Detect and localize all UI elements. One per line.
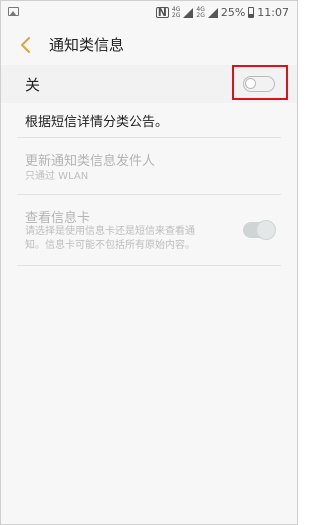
divider bbox=[17, 265, 281, 266]
battery-icon bbox=[248, 7, 255, 18]
chevron-left-icon bbox=[21, 37, 30, 53]
network-type-bottom: 2G bbox=[171, 11, 181, 19]
status-bar: N 4G 2G 4G 2G 25% 11:07 bbox=[1, 1, 297, 25]
master-toggle-switch[interactable] bbox=[243, 76, 275, 92]
view-info-card-subtitle-line1: 请选择是使用信息卡还是短信来查看通 bbox=[25, 226, 195, 237]
view-info-card-subtitle-line2: 知。信息卡可能不包括所有原始内容。 bbox=[25, 240, 195, 251]
clock: 11:07 bbox=[257, 6, 289, 19]
toggle-knob bbox=[245, 78, 256, 89]
view-info-card-title: 查看信息卡 bbox=[25, 211, 91, 226]
signal-icon bbox=[183, 7, 194, 18]
page-title: 通知类信息 bbox=[49, 36, 125, 54]
back-button[interactable] bbox=[17, 35, 35, 55]
app-header: 通知类信息 bbox=[1, 25, 297, 65]
network-type-1: 4G 2G bbox=[171, 6, 181, 19]
master-switch-label: 关 bbox=[25, 76, 41, 94]
toggle-knob bbox=[257, 221, 275, 239]
signal-icon-2 bbox=[207, 7, 218, 18]
network-type-2: 4G 2G bbox=[196, 6, 205, 19]
status-icons: N 4G 2G 4G 2G 25% 11:07 bbox=[155, 6, 289, 19]
battery-percent: 25% bbox=[220, 6, 246, 19]
update-sender-subtitle: 只通过 WLAN bbox=[25, 171, 89, 182]
divider bbox=[17, 137, 281, 138]
nfc-icon: N bbox=[155, 6, 169, 19]
info-card-toggle-switch[interactable] bbox=[243, 221, 275, 239]
description-text: 根据短信详情分类公告。 bbox=[25, 115, 169, 130]
network-type-bottom-2: 2G bbox=[196, 11, 205, 19]
master-switch-row[interactable]: 关 bbox=[1, 65, 297, 103]
screen: N 4G 2G 4G 2G 25% 11:07 通知类信息 关 根据短信详情分类… bbox=[0, 0, 298, 525]
image-notification-icon bbox=[8, 7, 19, 16]
update-sender-title: 更新通知类信息发件人 bbox=[25, 154, 156, 169]
divider bbox=[17, 194, 281, 195]
